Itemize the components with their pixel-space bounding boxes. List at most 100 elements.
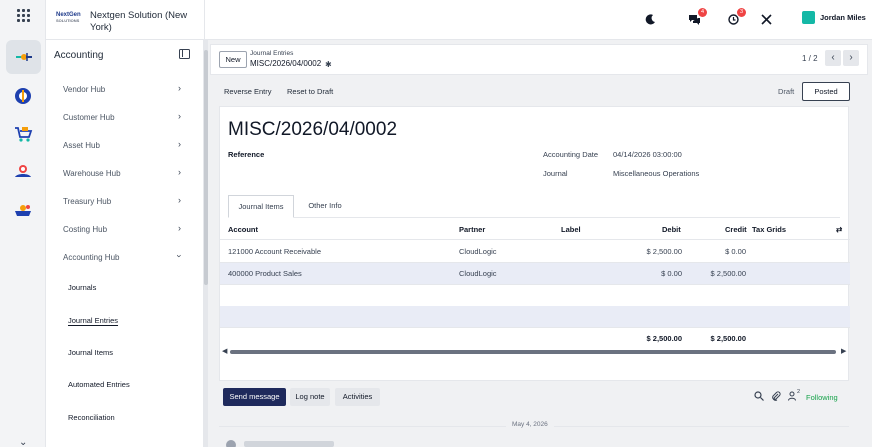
- chevron-right-icon[interactable]: ›: [178, 83, 181, 93]
- col-tax-grids[interactable]: Tax Grids: [752, 225, 786, 234]
- col-credit[interactable]: Credit: [725, 225, 747, 234]
- pager-value[interactable]: 1 / 2: [802, 54, 818, 63]
- sidebar-subitem-journals[interactable]: Journals: [68, 283, 96, 292]
- apps-grid-icon[interactable]: [17, 9, 30, 22]
- cell-credit: $ 2,500.00: [710, 269, 746, 278]
- control-panel: New Journal Entries MISC/2026/04/0002 ✱ …: [210, 44, 868, 75]
- col-debit[interactable]: Debit: [662, 225, 681, 234]
- col-account[interactable]: Account: [228, 225, 258, 234]
- activity-badge: 3: [737, 8, 746, 17]
- status-posted[interactable]: Posted: [802, 82, 850, 101]
- reference-label: Reference: [228, 150, 265, 159]
- journal-field[interactable]: Miscellaneous Operations: [613, 169, 699, 178]
- scroll-right-icon[interactable]: ▶: [841, 347, 846, 355]
- accounting-date-label: Accounting Date: [543, 150, 599, 159]
- cell-partner: CloudLogic: [459, 247, 497, 256]
- empty-row: [220, 306, 850, 328]
- pager-next-icon[interactable]: ›: [843, 50, 859, 66]
- reverse-entry-button[interactable]: Reverse Entry: [224, 87, 272, 96]
- dark-mode-moon-icon[interactable]: [642, 11, 658, 27]
- user-menu[interactable]: Jordan Miles: [802, 11, 866, 24]
- breadcrumb-parent[interactable]: Journal Entries: [250, 50, 293, 57]
- scrollbar-thumb[interactable]: [204, 50, 208, 285]
- total-credit: $ 2,500.00: [710, 334, 746, 343]
- chevron-right-icon[interactable]: ›: [178, 223, 181, 233]
- journal-label: Journal: [543, 169, 568, 178]
- gear-icon[interactable]: ✱: [325, 60, 332, 69]
- cell-credit: $ 0.00: [725, 247, 746, 256]
- activities-button[interactable]: Activities: [335, 388, 380, 406]
- new-button[interactable]: New: [219, 51, 247, 68]
- followers-count: 2: [797, 389, 801, 395]
- table-header: Account Partner Label Debit Credit Tax G…: [220, 219, 850, 240]
- tab-journal-items[interactable]: Journal Items: [228, 195, 294, 218]
- accounting-app-icon[interactable]: [6, 40, 41, 74]
- more-apps-icon[interactable]: ⌄: [19, 437, 27, 447]
- sidebar-subitem-journal-entries[interactable]: Journal Entries: [68, 316, 118, 325]
- header-divider: [204, 0, 205, 40]
- message-author-placeholder: [244, 441, 334, 447]
- message-avatar: [226, 440, 236, 447]
- user-avatar: [802, 11, 815, 24]
- invoicing-app-icon[interactable]: [11, 84, 35, 108]
- sidebar-title: Accounting: [54, 50, 104, 61]
- optional-columns-icon[interactable]: ⇄: [836, 225, 842, 234]
- sidebar-toggle-icon[interactable]: [179, 49, 190, 59]
- sidebar: Accounting Vendor Hub › Customer Hub › A…: [46, 40, 204, 447]
- send-message-button[interactable]: Send message: [223, 388, 286, 406]
- sidebar-subitem-journal-items[interactable]: Journal Items: [68, 348, 113, 357]
- pager-previous-icon[interactable]: ‹: [825, 50, 841, 66]
- col-partner[interactable]: Partner: [459, 225, 485, 234]
- chatter-bar: Send message Log note Activities 2 Follo…: [219, 385, 849, 407]
- empty-row: [220, 285, 850, 307]
- following-button[interactable]: Following: [806, 393, 838, 402]
- activity-clock-icon[interactable]: 3: [725, 8, 746, 27]
- cell-debit: $ 2,500.00: [646, 247, 682, 256]
- sidebar-item-treasury-hub[interactable]: Treasury Hub: [63, 197, 111, 206]
- user-name: Jordan Miles: [820, 13, 866, 22]
- form-sheet: MISC/2026/04/0002 Reference Accounting D…: [219, 106, 850, 381]
- tab-other-info[interactable]: Other Info: [296, 195, 354, 218]
- sidebar-scrollbar[interactable]: [204, 40, 208, 447]
- table-row[interactable]: 121000 Account Receivable CloudLogic $ 2…: [220, 241, 850, 263]
- sidebar-item-costing-hub[interactable]: Costing Hub: [63, 225, 107, 234]
- table-row[interactable]: 400000 Product Sales CloudLogic $ 0.00 $…: [220, 263, 850, 285]
- horizontal-scrollbar[interactable]: ◀ ▶: [222, 348, 848, 356]
- company-name[interactable]: Nextgen Solution (New York): [90, 10, 200, 34]
- sidebar-subitem-automated-entries[interactable]: Automated Entries: [68, 380, 130, 389]
- scrollbar-thumb[interactable]: [230, 350, 836, 354]
- paperclip-icon[interactable]: [771, 391, 781, 403]
- sidebar-item-accounting-hub[interactable]: Accounting Hub: [63, 253, 119, 262]
- cell-partner: CloudLogic: [459, 269, 497, 278]
- followers-icon[interactable]: [787, 391, 797, 403]
- reset-to-draft-button[interactable]: Reset to Draft: [287, 87, 333, 96]
- chevron-right-icon[interactable]: ›: [178, 195, 181, 205]
- sidebar-item-warehouse-hub[interactable]: Warehouse Hub: [63, 169, 121, 178]
- cell-account: 121000 Account Receivable: [228, 247, 321, 256]
- cell-debit: $ 0.00: [661, 269, 682, 278]
- company-logo: NextGen SOLUTIONS: [56, 12, 81, 23]
- sidebar-item-customer-hub[interactable]: Customer Hub: [63, 113, 115, 122]
- log-note-button[interactable]: Log note: [290, 388, 330, 406]
- chevron-right-icon[interactable]: ›: [178, 111, 181, 121]
- chevron-right-icon[interactable]: ›: [178, 167, 181, 177]
- cell-account: 400000 Product Sales: [228, 269, 302, 278]
- sidebar-subitem-reconciliation[interactable]: Reconciliation: [68, 413, 115, 422]
- accounting-date-field[interactable]: 04/14/2026 03:00:00: [613, 150, 682, 159]
- scroll-left-icon[interactable]: ◀: [222, 347, 227, 355]
- breadcrumb-current: MISC/2026/04/0002: [250, 59, 322, 68]
- sales-cart-app-icon[interactable]: [11, 122, 35, 146]
- col-label[interactable]: Label: [561, 225, 581, 234]
- top-navbar: NextGen SOLUTIONS Nextgen Solution (New Y…: [46, 0, 872, 40]
- chevron-right-icon[interactable]: ›: [178, 139, 181, 149]
- sidebar-item-asset-hub[interactable]: Asset Hub: [63, 141, 100, 150]
- search-icon[interactable]: [754, 391, 764, 403]
- chevron-down-icon[interactable]: ›: [175, 255, 185, 258]
- point-of-sale-app-icon[interactable]: [11, 198, 35, 222]
- status-draft[interactable]: Draft: [778, 87, 794, 96]
- sidebar-item-vendor-hub[interactable]: Vendor Hub: [63, 85, 105, 94]
- app-rail: ⌄: [0, 0, 46, 447]
- tools-icon[interactable]: [758, 11, 774, 27]
- contacts-app-icon[interactable]: [11, 160, 35, 184]
- discuss-chat-icon[interactable]: 4: [686, 8, 707, 27]
